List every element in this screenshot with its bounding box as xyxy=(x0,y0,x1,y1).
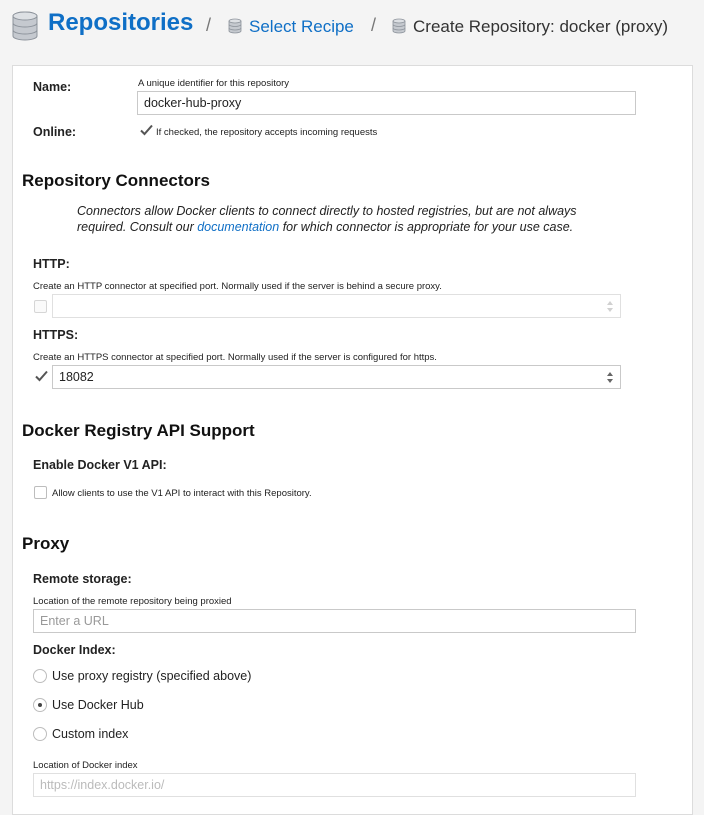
http-port-input[interactable] xyxy=(52,294,621,318)
http-label: HTTP: xyxy=(33,257,70,271)
create-repository-form: Name: A unique identifier for this repos… xyxy=(12,65,693,815)
remote-storage-label: Remote storage: xyxy=(33,572,132,586)
http-checkbox[interactable] xyxy=(34,300,47,313)
name-input[interactable]: docker-hub-proxy xyxy=(137,91,636,115)
spinner-arrows-icon[interactable] xyxy=(606,299,614,314)
radio-use-docker-hub[interactable] xyxy=(33,698,47,712)
breadcrumb-current-page: Create Repository: docker (proxy) xyxy=(413,17,669,36)
breadcrumb-repositories-link[interactable]: Repositories xyxy=(48,9,193,37)
docker-v1-checkbox[interactable] xyxy=(34,486,47,499)
http-help-text: Create an HTTP connector at specified po… xyxy=(33,281,442,292)
docker-index-label: Docker Index: xyxy=(33,643,116,657)
database-icon xyxy=(392,18,406,34)
docker-v1-label: Enable Docker V1 API: xyxy=(33,458,167,472)
radio-label-custom-index[interactable]: Custom index xyxy=(52,727,128,741)
checkmark-icon xyxy=(140,124,153,136)
radio-selected-dot xyxy=(38,703,42,707)
section-heading-proxy: Proxy xyxy=(22,534,70,553)
online-label: Online: xyxy=(33,125,77,139)
online-checkbox[interactable] xyxy=(140,124,153,138)
breadcrumb-separator: / xyxy=(371,15,377,35)
remote-storage-help-text: Location of the remote repository being … xyxy=(33,596,232,607)
database-icon xyxy=(12,11,38,41)
name-help-text: A unique identifier for this repository xyxy=(138,78,290,89)
connectors-note: Connectors allow Docker clients to conne… xyxy=(77,203,587,235)
checkmark-icon xyxy=(35,370,48,382)
section-heading-docker-api: Docker Registry API Support xyxy=(22,421,255,440)
radio-use-proxy-registry[interactable] xyxy=(33,669,47,683)
connectors-note-text-end: for which connector is appropriate for y… xyxy=(279,220,574,234)
https-help-text: Create an HTTPS connector at specified p… xyxy=(33,352,437,363)
breadcrumb-select-recipe-link[interactable]: Select Recipe xyxy=(249,17,354,37)
radio-label-use-docker-hub[interactable]: Use Docker Hub xyxy=(52,698,144,712)
docker-v1-help-text: Allow clients to use the V1 API to inter… xyxy=(52,488,312,499)
radio-custom-index[interactable] xyxy=(33,727,47,741)
breadcrumb-separator: / xyxy=(206,15,212,35)
online-help-text: If checked, the repository accepts incom… xyxy=(156,127,378,138)
section-heading-connectors: Repository Connectors xyxy=(22,171,210,190)
https-port-input[interactable]: 18082 xyxy=(52,365,621,389)
breadcrumb: Repositories / Select Recipe / Create Re… xyxy=(0,0,704,56)
name-label: Name: xyxy=(33,80,72,94)
https-label: HTTPS: xyxy=(33,328,79,342)
docker-index-location-help-text: Location of Docker index xyxy=(33,760,138,771)
remote-url-input[interactable]: Enter a URL xyxy=(33,609,636,633)
spinner-arrows-icon[interactable] xyxy=(606,370,614,385)
docker-index-url-input[interactable]: https://index.docker.io/ xyxy=(33,773,636,797)
https-checkbox[interactable] xyxy=(35,370,48,384)
documentation-link[interactable]: documentation xyxy=(197,220,279,234)
database-icon xyxy=(228,18,242,34)
radio-label-use-proxy-registry[interactable]: Use proxy registry (specified above) xyxy=(52,669,251,683)
